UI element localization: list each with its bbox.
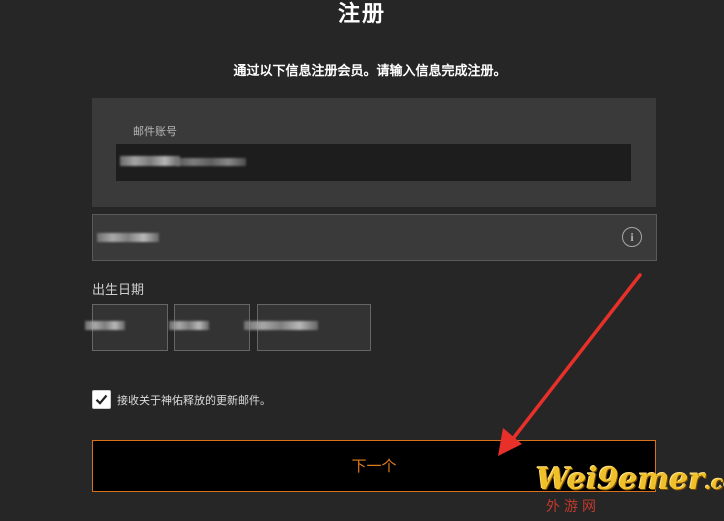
watermark-logo: Wei9emer.com 外游网 [536,460,724,521]
watermark-chinese: 外游网 [546,499,600,515]
annotation-arrow-icon [498,273,642,456]
watermark-suffix: .com [704,470,724,494]
watermark-brand: Wei9emer [536,462,705,497]
